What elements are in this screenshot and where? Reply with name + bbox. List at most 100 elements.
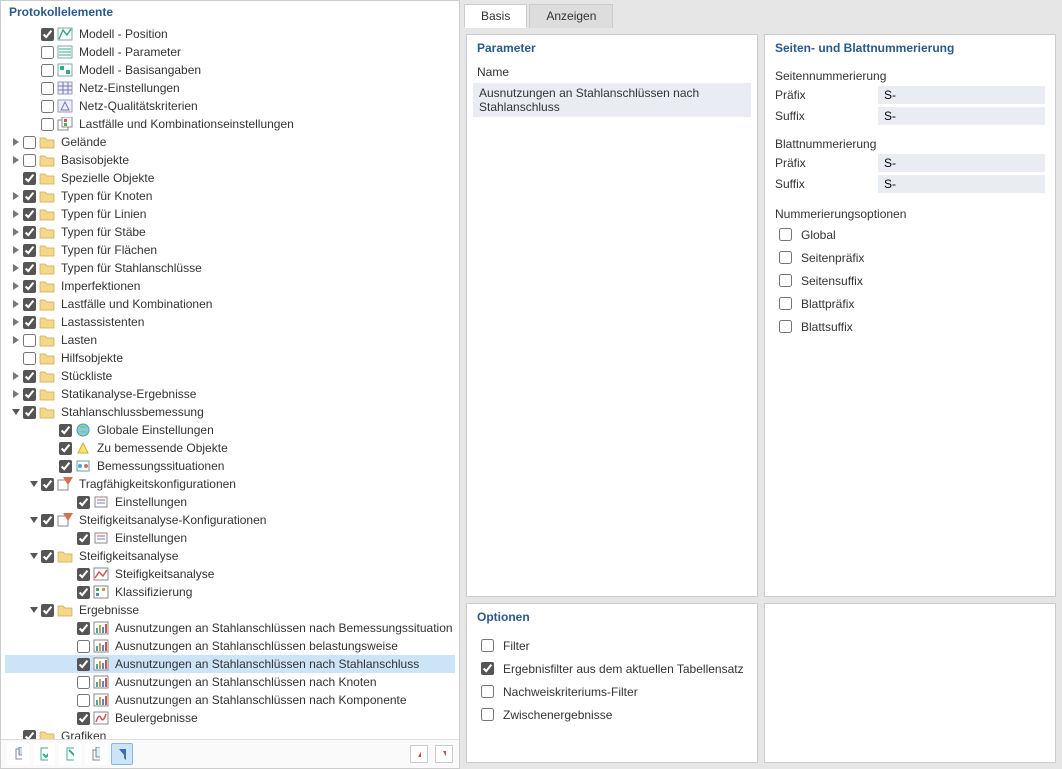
tree-row[interactable]: Ausnutzungen an Stahlanschlüssen belastu… xyxy=(5,637,455,655)
tree-row[interactable]: Beulergebnisse xyxy=(5,709,455,727)
tree-checkbox[interactable] xyxy=(23,406,36,419)
expander-icon[interactable] xyxy=(9,297,23,311)
protocol-elements-tree[interactable]: Modell - PositionModell - ParameterModel… xyxy=(1,25,459,739)
expander-icon[interactable] xyxy=(9,153,23,167)
tree-row[interactable]: Typen für Knoten xyxy=(5,187,455,205)
option-checkbox[interactable] xyxy=(481,662,494,675)
tree-checkbox[interactable] xyxy=(23,154,36,167)
tree-checkbox[interactable] xyxy=(23,172,36,185)
tree-checkbox[interactable] xyxy=(41,100,54,113)
tab-basis[interactable]: Basis xyxy=(464,4,527,28)
tree-tool-filter[interactable] xyxy=(111,743,133,765)
tree-row[interactable]: Modell - Basisangaben xyxy=(5,61,455,79)
tree-row[interactable]: Stückliste xyxy=(5,367,455,385)
tree-row[interactable]: Lasten xyxy=(5,331,455,349)
tree-row[interactable]: Bemessungssituationen xyxy=(5,457,455,475)
expander-icon[interactable] xyxy=(9,261,23,275)
move-down-button[interactable] xyxy=(435,745,453,763)
parameter-name-value[interactable]: Ausnutzungen an Stahlanschlüssen nach St… xyxy=(473,83,751,117)
expander-icon[interactable] xyxy=(9,243,23,257)
tree-row[interactable]: Modell - Position xyxy=(5,25,455,43)
tree-row[interactable]: Stahlanschlussbemessung xyxy=(5,403,455,421)
option-checkbox[interactable] xyxy=(481,708,494,721)
tree-row[interactable]: Hilfsobjekte xyxy=(5,349,455,367)
expander-icon[interactable] xyxy=(9,333,23,347)
expander-icon[interactable] xyxy=(9,207,23,221)
tree-row[interactable]: Grafiken xyxy=(5,727,455,739)
tree-row[interactable]: Steifigkeitsanalyse-Konfigurationen xyxy=(5,511,455,529)
tree-checkbox[interactable] xyxy=(23,244,36,257)
expander-icon[interactable] xyxy=(9,369,23,383)
tree-checkbox[interactable] xyxy=(77,658,90,671)
expander-icon[interactable] xyxy=(9,225,23,239)
tree-row[interactable]: Ausnutzungen an Stahlanschlüssen nach Ko… xyxy=(5,691,455,709)
numbering-option-checkbox[interactable] xyxy=(779,320,792,333)
tree-row[interactable]: Ausnutzungen an Stahlanschlüssen nach St… xyxy=(5,655,455,673)
tree-row[interactable]: Typen für Stäbe xyxy=(5,223,455,241)
tree-checkbox[interactable] xyxy=(59,460,72,473)
tree-checkbox[interactable] xyxy=(41,478,54,491)
numbering-option-checkbox[interactable] xyxy=(779,228,792,241)
expander-icon[interactable] xyxy=(9,279,23,293)
tree-row[interactable]: Typen für Stahlanschlüsse xyxy=(5,259,455,277)
tree-row[interactable]: Steifigkeitsanalyse xyxy=(5,565,455,583)
tree-checkbox[interactable] xyxy=(77,586,90,599)
expander-icon[interactable] xyxy=(9,135,23,149)
tree-row[interactable]: Einstellungen xyxy=(5,529,455,547)
tree-row[interactable]: Globale Einstellungen xyxy=(5,421,455,439)
tree-checkbox[interactable] xyxy=(41,118,54,131)
expander-icon[interactable] xyxy=(9,387,23,401)
tree-checkbox[interactable] xyxy=(77,622,90,635)
tree-checkbox[interactable] xyxy=(77,568,90,581)
tree-row[interactable]: Spezielle Objekte xyxy=(5,169,455,187)
tree-row[interactable]: Ausnutzungen an Stahlanschlüssen nach Be… xyxy=(5,619,455,637)
tree-row[interactable]: Modell - Parameter xyxy=(5,43,455,61)
tree-tool-check-all[interactable] xyxy=(33,743,55,765)
tree-checkbox[interactable] xyxy=(23,298,36,311)
tree-tool-copy[interactable] xyxy=(85,743,107,765)
numbering-option-checkbox[interactable] xyxy=(779,297,792,310)
tree-row[interactable]: Lastassistenten xyxy=(5,313,455,331)
tree-checkbox[interactable] xyxy=(59,424,72,437)
numbering-option-checkbox[interactable] xyxy=(779,251,792,264)
tree-checkbox[interactable] xyxy=(23,190,36,203)
tree-row[interactable]: Netz-Qualitätskriterien xyxy=(5,97,455,115)
tree-checkbox[interactable] xyxy=(23,208,36,221)
tree-checkbox[interactable] xyxy=(23,280,36,293)
move-up-button[interactable] xyxy=(410,745,428,763)
tree-row[interactable]: Statikanalyse-Ergebnisse xyxy=(5,385,455,403)
tree-checkbox[interactable] xyxy=(59,442,72,455)
tree-row[interactable]: Einstellungen xyxy=(5,493,455,511)
expander-icon[interactable] xyxy=(27,513,41,527)
tree-checkbox[interactable] xyxy=(41,28,54,41)
expander-icon[interactable] xyxy=(27,549,41,563)
tree-checkbox[interactable] xyxy=(23,136,36,149)
tree-checkbox[interactable] xyxy=(23,388,36,401)
tree-checkbox[interactable] xyxy=(23,262,36,275)
tree-checkbox[interactable] xyxy=(23,316,36,329)
tree-checkbox[interactable] xyxy=(23,730,36,740)
tree-checkbox[interactable] xyxy=(77,640,90,653)
expander-icon[interactable] xyxy=(9,189,23,203)
tree-checkbox[interactable] xyxy=(77,676,90,689)
expander-icon[interactable] xyxy=(27,477,41,491)
tree-checkbox[interactable] xyxy=(77,694,90,707)
option-checkbox[interactable] xyxy=(481,639,494,652)
tab-anzeigen[interactable]: Anzeigen xyxy=(529,4,613,28)
tree-row[interactable]: Lastfälle und Kombinationen xyxy=(5,295,455,313)
tree-row[interactable]: Tragfähigkeitskonfigurationen xyxy=(5,475,455,493)
sheet-suffix-input[interactable] xyxy=(878,175,1045,193)
tree-row[interactable]: Typen für Flächen xyxy=(5,241,455,259)
tree-checkbox[interactable] xyxy=(41,46,54,59)
tree-row[interactable]: Typen für Linien xyxy=(5,205,455,223)
tree-row[interactable]: Ausnutzungen an Stahlanschlüssen nach Kn… xyxy=(5,673,455,691)
tree-row[interactable]: Gelände xyxy=(5,133,455,151)
numbering-option-checkbox[interactable] xyxy=(779,274,792,287)
sheet-prefix-input[interactable] xyxy=(878,154,1045,172)
tree-checkbox[interactable] xyxy=(77,532,90,545)
tree-checkbox[interactable] xyxy=(41,82,54,95)
tree-row[interactable]: Imperfektionen xyxy=(5,277,455,295)
expander-icon[interactable] xyxy=(27,603,41,617)
tree-row[interactable]: Basisobjekte xyxy=(5,151,455,169)
expander-icon[interactable] xyxy=(9,315,23,329)
